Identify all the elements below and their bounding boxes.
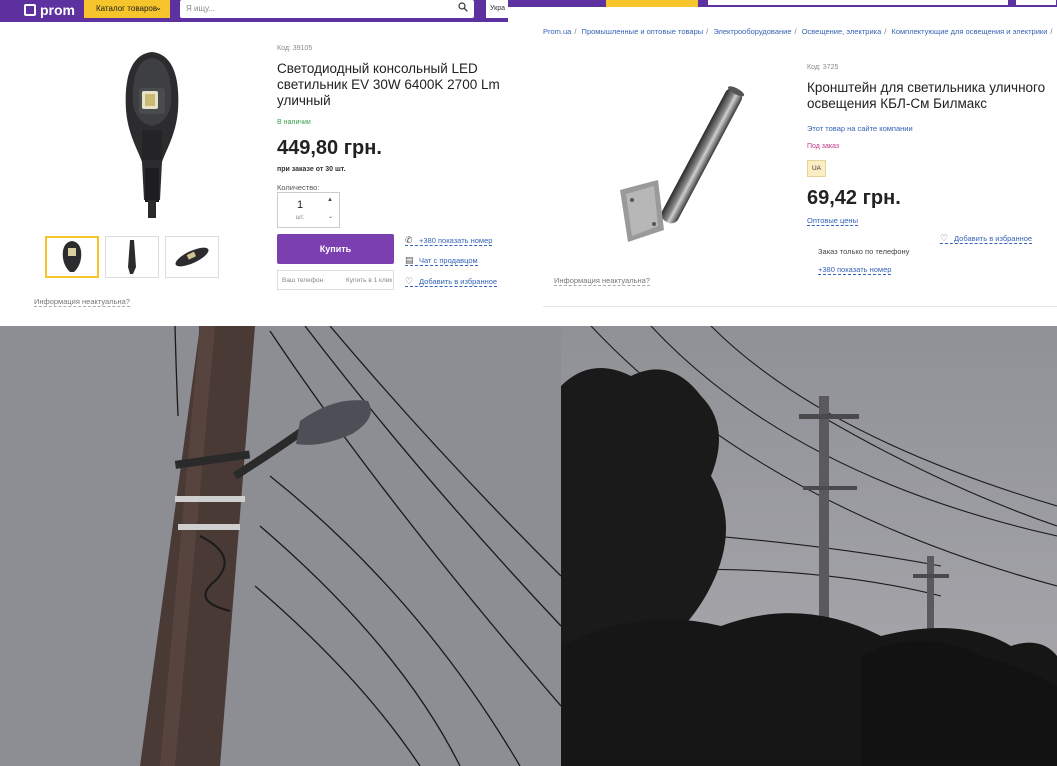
- product-code: Код: 3725: [807, 64, 839, 71]
- increment-icon[interactable]: ▲: [327, 197, 333, 203]
- country-badge: UA: [807, 160, 826, 177]
- prom-logo-icon: [24, 4, 36, 16]
- catalog-button-label: Каталог товаров: [96, 4, 158, 13]
- product-image-bracket[interactable]: [618, 80, 758, 250]
- one-click-buy[interactable]: Купить в 1 клик: [346, 277, 392, 284]
- quantity-value[interactable]: 1: [278, 199, 322, 211]
- stock-status: В наличии: [277, 119, 311, 126]
- photo-poles-scene: [561, 326, 1057, 766]
- breadcrumb-item[interactable]: Электрооборудование: [713, 27, 791, 36]
- photo-pole-scene: [0, 326, 561, 766]
- breadcrumb-item[interactable]: Prom.ua: [543, 27, 571, 36]
- thumbnail-2[interactable]: [105, 236, 159, 278]
- show-phone-link[interactable]: +380 показать номер: [818, 265, 892, 275]
- favorite-label: Добавить в избранное: [954, 234, 1033, 243]
- photo-poles-trees: [561, 326, 1057, 766]
- breadcrumb-item[interactable]: Промышленные и оптовые товары: [582, 27, 704, 36]
- wholesale-prices-link[interactable]: Оптовые цены: [807, 216, 858, 226]
- photo-pole-with-lamp: [0, 326, 561, 766]
- thumbnail-3[interactable]: [165, 236, 219, 278]
- search-input[interactable]: Я ищу...: [180, 0, 474, 18]
- chat-icon: ▤: [405, 255, 414, 265]
- thumbnail-lamp-side: [128, 240, 136, 274]
- chat-label: Чат с продавцом: [419, 256, 478, 265]
- breadcrumb-separator: /: [706, 27, 709, 36]
- heart-icon: ♡: [405, 276, 414, 286]
- info-outdated-link[interactable]: Информация неактуальна?: [34, 297, 130, 307]
- breadcrumb-item[interactable]: Освещение, электрика: [802, 27, 882, 36]
- top-navbar-cropped: [508, 0, 1057, 7]
- phone-field[interactable]: Ваш телефон Купить в 1 клик: [277, 270, 394, 290]
- chevron-down-icon: ⌄: [155, 3, 162, 12]
- thumbnail-1[interactable]: [45, 236, 99, 278]
- heart-icon: ♡: [940, 233, 949, 243]
- product-title: Кронштейн для светильника уличного освещ…: [807, 80, 1046, 111]
- catalog-button[interactable]: Каталог товаров ⌄: [84, 0, 170, 18]
- breadcrumb-separator: /: [884, 27, 887, 36]
- breadcrumb: Prom.ua / Промышленные и оптовые товары / …: [543, 27, 1055, 36]
- wholesale-note: при заказе от 30 шт.: [277, 166, 346, 173]
- thumbnail-lamp-angle: [175, 247, 209, 267]
- info-outdated-link[interactable]: Информация неактуальна?: [554, 276, 650, 286]
- prom-logo[interactable]: prom: [24, 2, 75, 18]
- chat-link[interactable]: ▤ Чат с продавцом: [405, 255, 478, 266]
- search-input-cropped[interactable]: [708, 0, 1008, 5]
- product-price: 69,42 грн.: [807, 187, 901, 209]
- search-icon[interactable]: [458, 2, 468, 12]
- show-phone-label: +380 показать номер: [419, 236, 493, 245]
- favorite-link[interactable]: ♡ Добавить в избранное: [405, 276, 498, 287]
- product-image-led-lamp[interactable]: [112, 50, 192, 222]
- show-phone-link[interactable]: ✆ +380 показать номер: [405, 235, 493, 246]
- language-switch-cropped[interactable]: [1016, 0, 1056, 5]
- phone-placeholder: Ваш телефон: [282, 277, 324, 284]
- product-page-bracket: Prom.ua / Промышленные и оптовые товары / …: [508, 0, 1057, 326]
- search-placeholder: Я ищу...: [186, 4, 216, 13]
- order-status: Под заказ: [807, 143, 840, 150]
- breadcrumb-item[interactable]: Комплектующие для освещения и электрики: [891, 27, 1047, 36]
- thumbnail-lamp-front: [62, 241, 82, 272]
- language-switch[interactable]: Укра: [486, 0, 508, 18]
- logo-text: prom: [40, 2, 75, 18]
- company-site-link[interactable]: Этот товар на сайте компании: [807, 124, 913, 133]
- breadcrumb-separator: /: [574, 27, 577, 36]
- breadcrumb-separator: /: [794, 27, 797, 36]
- quantity-unit: шт.: [295, 215, 305, 221]
- phone-icon: ✆: [405, 235, 413, 245]
- favorite-label: Добавить в избранное: [419, 277, 498, 286]
- catalog-button-cropped[interactable]: [606, 0, 698, 7]
- quantity-stepper[interactable]: 1 шт. ▲ ⌄: [277, 192, 340, 228]
- decrement-icon[interactable]: ⌄: [328, 213, 333, 220]
- breadcrumb-separator: /: [1050, 27, 1053, 36]
- product-code: Код: 39105: [277, 45, 313, 52]
- quantity-label: Количество:: [277, 183, 320, 192]
- product-price: 449,80 грн.: [277, 137, 382, 159]
- product-title: Светодиодный консольный LED светильник E…: [277, 61, 500, 108]
- divider: [543, 306, 1057, 307]
- top-navbar: prom Каталог товаров ⌄ Я ищу... Укра: [0, 0, 508, 22]
- phone-order-note: Заказ только по телефону: [818, 247, 910, 256]
- buy-button[interactable]: Купить: [277, 234, 394, 264]
- product-page-led-lamp: prom Каталог товаров ⌄ Я ищу... Укра Инф…: [0, 0, 508, 326]
- favorite-link[interactable]: ♡ Добавить в избранное: [940, 233, 1033, 244]
